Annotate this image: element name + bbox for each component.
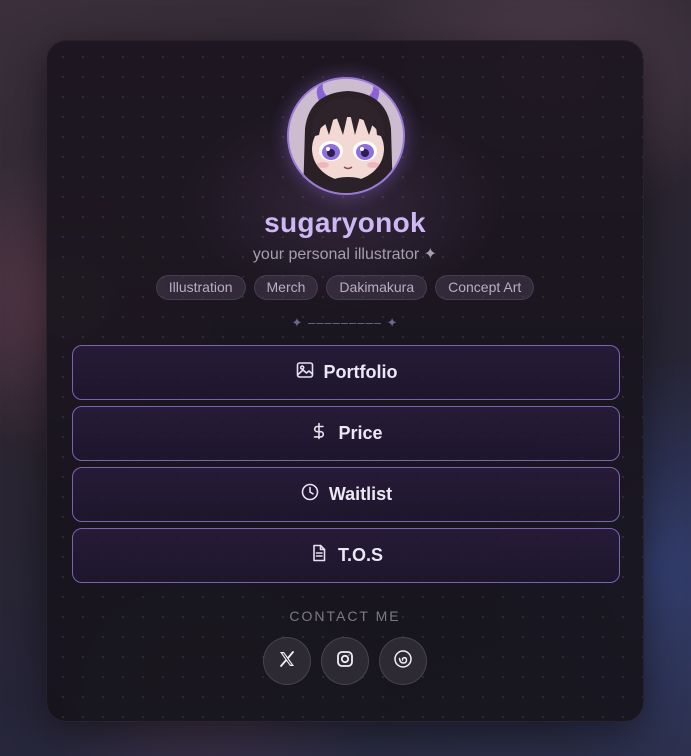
avatar-illustration [289,79,403,193]
tag-dakimakura: Dakimakura [326,275,428,300]
instagram-link[interactable] [321,637,369,685]
avatar [287,77,405,195]
instagram-icon [335,649,355,674]
profile-card: sugaryonok your personal illustrator ✦ I… [46,40,644,722]
waitlist-button[interactable]: Waitlist [72,467,620,522]
portfolio-button[interactable]: Portfolio [72,345,620,400]
tag-list: Illustration Merch Dakimakura Concept Ar… [47,275,643,300]
image-icon [295,360,315,385]
x-icon [277,649,297,674]
tag-merch: Merch [253,275,319,300]
social-links [47,637,643,685]
tag-illustration: Illustration [155,275,246,300]
price-button[interactable]: Price [72,406,620,461]
vgen-link[interactable] [379,637,427,685]
dollar-icon [309,421,329,446]
profile-name: sugaryonok [264,207,426,238]
waitlist-button-label: Waitlist [328,484,393,504]
x-link[interactable] [263,637,311,685]
contact-heading: CONTACT ME [289,608,401,624]
portfolio-button-label: Portfolio [323,362,398,382]
tos-button-label: T.O.S [337,545,383,565]
vgen-icon [393,649,413,674]
tos-button[interactable]: T.O.S [72,528,620,583]
clock-icon [300,482,320,507]
profile-tagline: your personal illustrator ✦ [252,246,438,263]
divider: ✦ ––––––––– ✦ [291,315,399,330]
tag-concept-art: Concept Art [435,275,535,300]
price-button-label: Price [338,423,383,443]
document-icon [309,543,329,568]
link-buttons: Portfolio Price Waitlist T.O.S [72,345,620,583]
